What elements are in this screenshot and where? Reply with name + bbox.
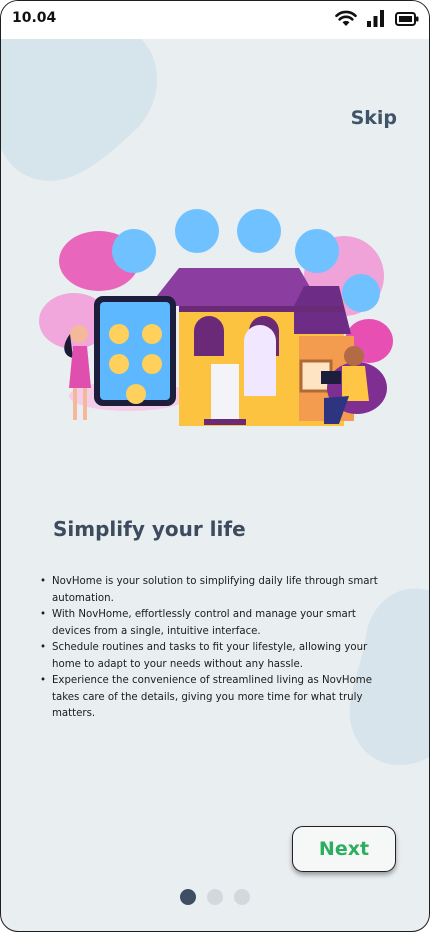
phone-frame: 10.04 Skip Simplify your life • NovHome … [0, 0, 430, 932]
signal-icon [367, 10, 384, 27]
feature-bullet-3: Schedule routines and tasks to fit your … [37, 640, 397, 673]
smart-home-illustration [39, 209, 393, 426]
next-button[interactable]: Next [292, 826, 396, 872]
status-time: 10.04 [12, 10, 57, 26]
battery-icon [395, 11, 419, 26]
page-dot-2[interactable] [207, 889, 223, 905]
feature-bullet-1: NovHome is your solution to simplifying … [37, 574, 397, 607]
feature-bullet-list: NovHome is your solution to simplifying … [37, 574, 397, 723]
feature-bullet-2: With NovHome, effortlessly control and m… [37, 607, 397, 640]
pagination-dots [180, 889, 250, 905]
wifi-icon [335, 10, 357, 26]
background-blob-top [1, 39, 158, 181]
status-bar: 10.04 [1, 1, 429, 39]
page-dot-3[interactable] [234, 889, 250, 905]
status-icons [335, 10, 419, 27]
onboarding-title: Simplify your life [53, 517, 246, 541]
feature-bullet-4: Experience the convenience of streamline… [37, 673, 397, 723]
page-dot-1[interactable] [180, 889, 196, 905]
skip-button[interactable]: Skip [351, 107, 397, 129]
